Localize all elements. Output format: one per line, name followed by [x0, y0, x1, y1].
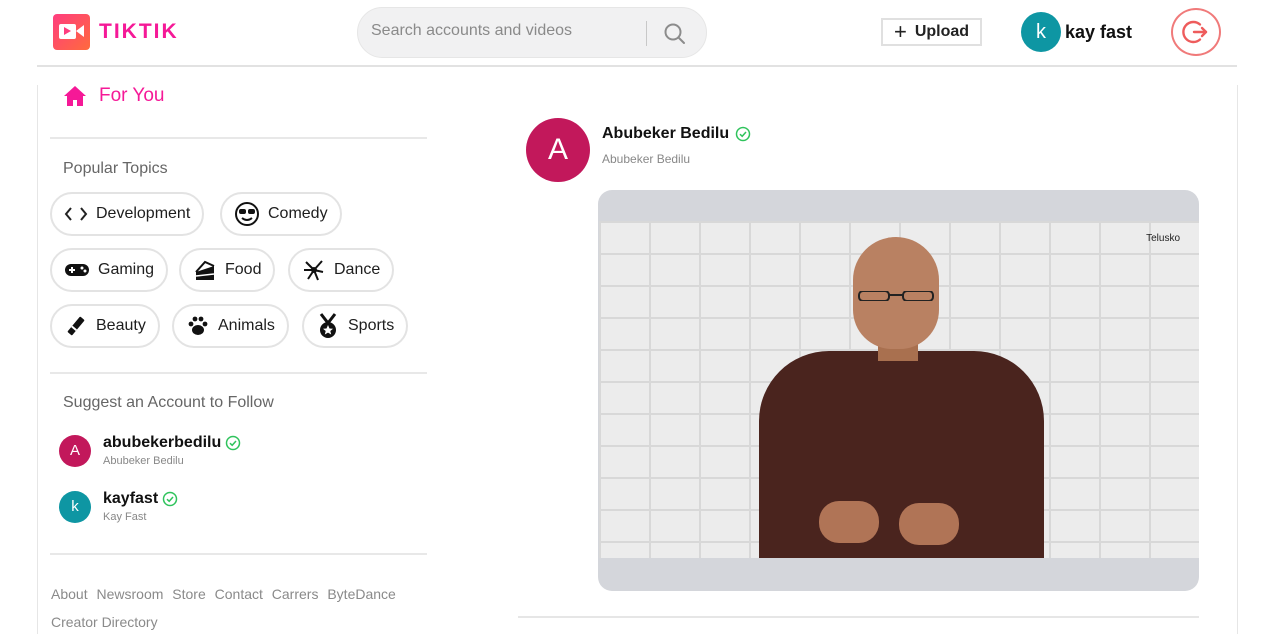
suggested-accounts-title: Suggest an Account to Follow — [63, 394, 274, 411]
paw-icon — [188, 316, 208, 335]
divider — [50, 372, 427, 374]
account-handle: abubekerbedilu — [103, 434, 241, 452]
post-divider — [518, 616, 1199, 618]
upload-button[interactable]: + Upload — [881, 18, 982, 46]
search-button[interactable] — [662, 21, 688, 47]
search-icon — [664, 23, 685, 44]
popular-topics-title: Popular Topics — [63, 160, 168, 177]
video-watermark: Telusko — [1146, 233, 1180, 244]
topic-label: Comedy — [268, 205, 328, 222]
account-display-name: Abubeker Bedilu — [103, 455, 184, 467]
video-person-hand — [819, 501, 879, 543]
user-name: kay fast — [1065, 21, 1133, 42]
sidebar: For You Popular Topics Development Comed… — [37, 85, 437, 634]
footer-links: About Newsroom Store Contact Carrers Byt… — [51, 580, 421, 636]
footer-link-contact[interactable]: Contact — [215, 586, 263, 602]
topic-label: Food — [225, 261, 262, 278]
post-header: A Abubeker Bedilu Abubeker Bedilu — [526, 118, 751, 182]
logout-icon — [1182, 20, 1208, 44]
topic-development[interactable]: Development — [50, 192, 205, 236]
content-border — [1237, 85, 1238, 634]
gamepad-icon — [65, 264, 89, 276]
verified-icon — [162, 491, 178, 507]
suggested-account[interactable]: A abubekerbedilu Abubeker Bedilu — [59, 434, 241, 467]
for-you-label: For You — [99, 85, 165, 106]
topic-gaming[interactable]: Gaming — [50, 248, 169, 292]
post-author-avatar[interactable]: A — [526, 118, 590, 182]
video-person-hand — [899, 503, 959, 545]
search-bar — [357, 7, 707, 58]
user-profile[interactable]: k kay fast — [1021, 12, 1132, 52]
dance-icon — [304, 260, 324, 281]
cool-face-icon — [235, 202, 259, 226]
brand-name: TIKTIK — [99, 20, 179, 43]
topic-dance[interactable]: Dance — [288, 248, 395, 292]
code-icon — [64, 207, 88, 221]
footer-link-careers[interactable]: Carrers — [272, 586, 319, 602]
sidebar-item-for-you[interactable]: For You — [63, 85, 165, 107]
logo[interactable]: TIKTIK — [53, 14, 179, 50]
topic-label: Beauty — [96, 317, 146, 334]
post-author-name-text: Abubeker Bedilu — [602, 125, 730, 142]
plus-icon: + — [893, 19, 907, 44]
suggested-account[interactable]: k kayfast Kay Fast — [59, 490, 178, 523]
post-author-subname: Abubeker Bedilu — [602, 152, 691, 166]
topic-label: Development — [96, 205, 191, 222]
topic-comedy[interactable]: Comedy — [220, 192, 342, 236]
topic-label: Animals — [218, 317, 275, 334]
home-icon — [64, 86, 86, 106]
footer-link-newsroom[interactable]: Newsroom — [96, 586, 163, 602]
verified-icon — [226, 435, 241, 451]
account-handle-text: kayfast — [103, 490, 159, 507]
lipstick-icon — [67, 316, 85, 336]
topic-label: Dance — [334, 261, 381, 278]
top-navbar: TIKTIK + Upload k kay fast — [37, 0, 1237, 67]
video-person-glasses — [858, 291, 934, 301]
footer-link-store[interactable]: Store — [172, 586, 205, 602]
post-author-name[interactable]: Abubeker Bedilu — [602, 125, 751, 143]
topic-label: Sports — [348, 317, 395, 334]
account-display-name: Kay Fast — [103, 511, 147, 523]
topic-food[interactable]: Food — [179, 248, 276, 292]
footer-link-bytedance[interactable]: ByteDance — [327, 586, 395, 602]
topic-animals[interactable]: Animals — [172, 304, 289, 348]
avatar: A — [59, 434, 91, 467]
search-input[interactable] — [371, 22, 631, 40]
account-handle: kayfast — [103, 490, 178, 508]
avatar: k — [59, 490, 91, 523]
video-frame: Telusko — [599, 221, 1199, 558]
medal-icon — [319, 313, 337, 338]
avatar: k — [1021, 12, 1061, 52]
topic-beauty[interactable]: Beauty — [50, 304, 160, 348]
divider — [50, 553, 427, 555]
footer-link-creator-directory[interactable]: Creator Directory — [51, 614, 158, 630]
search-divider — [646, 21, 647, 46]
topic-label: Gaming — [98, 261, 155, 278]
upload-label: Upload — [914, 23, 970, 40]
footer-link-about[interactable]: About — [51, 586, 88, 602]
divider — [50, 137, 427, 139]
logout-button[interactable] — [1171, 8, 1221, 56]
logo-video-icon — [53, 14, 90, 50]
video-player[interactable]: Telusko — [598, 190, 1199, 591]
account-handle-text: abubekerbedilu — [103, 434, 222, 451]
verified-icon — [735, 126, 751, 142]
topic-sports[interactable]: Sports — [302, 304, 409, 348]
cake-icon — [195, 260, 215, 280]
